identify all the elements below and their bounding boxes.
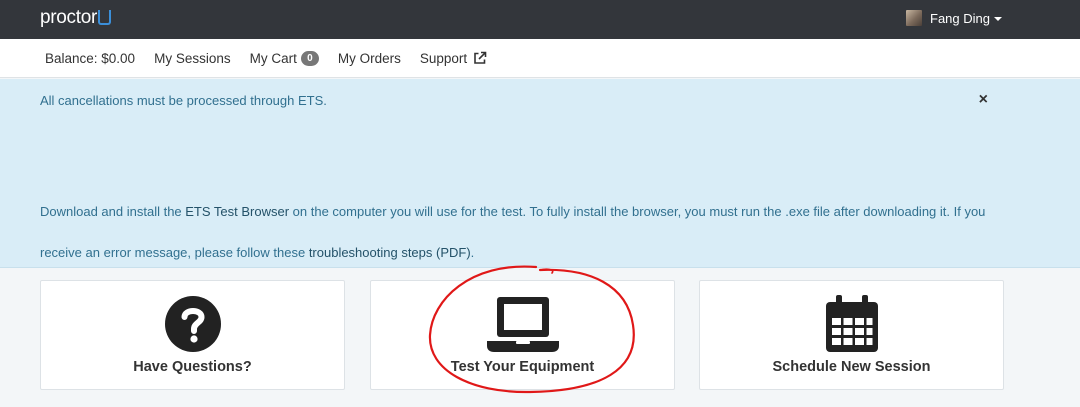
caret-down-icon xyxy=(994,17,1002,21)
troubleshooting-link[interactable]: troubleshooting steps (PDF) xyxy=(309,245,471,260)
schedule-session-card[interactable]: Schedule New Session xyxy=(699,280,1004,390)
ets-browser-link[interactable]: ETS Test Browser xyxy=(185,204,289,219)
nav-bar: Balance: $0.00 My Sessions My Cart 0 My … xyxy=(0,39,1080,78)
close-icon[interactable]: × xyxy=(979,91,988,109)
proctoru-logo[interactable]: proctor xyxy=(40,7,112,29)
nav-my-sessions[interactable]: My Sessions xyxy=(154,51,231,66)
card-label: Schedule New Session xyxy=(772,359,931,375)
test-equipment-card[interactable]: Test Your Equipment xyxy=(370,280,675,390)
alert-text-1: Download and install the xyxy=(40,204,186,219)
nav-support-label: Support xyxy=(419,50,468,66)
logo-text: proctor xyxy=(40,7,98,28)
info-alert: All cancellations must be processed thro… xyxy=(0,79,1080,268)
alert-text-3: . xyxy=(470,245,475,260)
external-link-icon xyxy=(474,51,487,64)
alert-download-text: Download and install the ETS Test Browse… xyxy=(40,191,1010,273)
user-menu[interactable]: Fang Ding xyxy=(906,10,1002,26)
nav-my-orders[interactable]: My Orders xyxy=(338,51,401,66)
logo-u-icon xyxy=(98,9,112,25)
have-questions-card[interactable]: Have Questions? xyxy=(40,280,345,390)
card-label: Test Your Equipment xyxy=(450,359,595,375)
top-bar: proctor Fang Ding xyxy=(0,0,1080,39)
alert-cancellation-text: All cancellations must be processed thro… xyxy=(40,93,327,108)
nav-my-cart-label: My Cart xyxy=(249,50,297,66)
balance-label: Balance: $0.00 xyxy=(45,50,136,66)
nav-my-cart[interactable]: My Cart 0 xyxy=(249,50,319,66)
cart-count-badge: 0 xyxy=(300,50,319,66)
nav-support[interactable]: Support xyxy=(420,51,487,66)
laptop-icon xyxy=(486,297,559,352)
avatar xyxy=(906,10,923,26)
card-label: Have Questions? xyxy=(133,359,252,375)
user-name: Fang Ding xyxy=(930,10,990,26)
question-circle-icon xyxy=(164,296,221,352)
calendar-icon xyxy=(825,295,878,352)
